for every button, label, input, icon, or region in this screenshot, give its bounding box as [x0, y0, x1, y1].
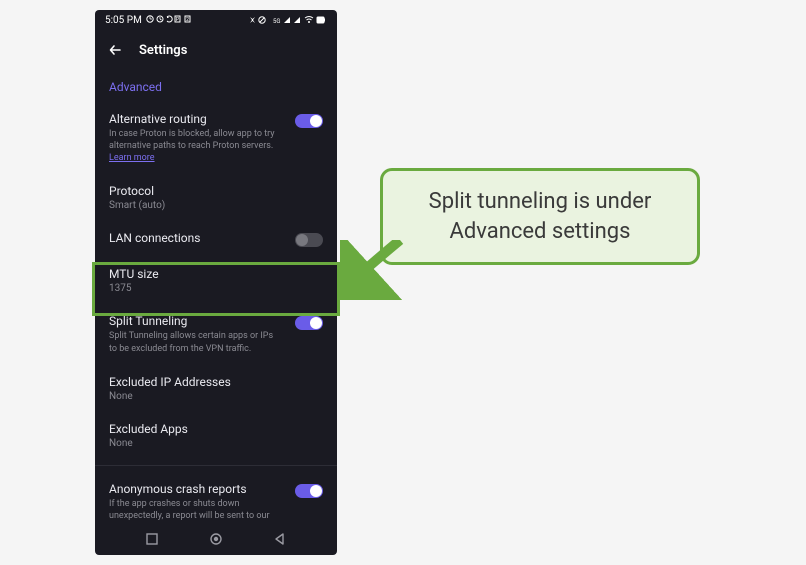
callout-arrow-icon	[340, 240, 410, 304]
status-time: 5:05 PM	[105, 15, 142, 26]
svg-text:5G: 5G	[273, 18, 280, 25]
page-title: Settings	[139, 43, 187, 58]
svg-text:2: 2	[186, 17, 189, 23]
nav-back-icon[interactable]	[273, 532, 287, 546]
setting-excluded-ips[interactable]: Excluded IP Addresses None	[95, 365, 337, 412]
divider	[95, 465, 337, 466]
setting-title: Protocol	[109, 184, 323, 198]
setting-value: None	[109, 438, 323, 449]
setting-value: None	[109, 391, 323, 402]
setting-lan-connections[interactable]: LAN connections	[95, 221, 337, 257]
setting-protocol[interactable]: Protocol Smart (auto)	[95, 174, 337, 221]
toggle-alternative-routing[interactable]	[295, 114, 323, 128]
android-nav-bar	[95, 523, 337, 555]
setting-alternative-routing[interactable]: Alternative routing In case Proton is bl…	[95, 102, 337, 174]
app-header: Settings	[95, 30, 337, 70]
toggle-crash-reports[interactable]	[295, 484, 323, 498]
setting-title: Excluded Apps	[109, 422, 323, 436]
toggle-lan-connections[interactable]	[295, 233, 323, 247]
back-arrow-icon[interactable]	[107, 41, 125, 59]
setting-value: 1375	[109, 283, 323, 294]
status-left-icons: P 2	[146, 14, 206, 27]
setting-title: Split Tunneling	[109, 314, 283, 328]
phone-frame: 5:05 PM P 2	[95, 10, 337, 555]
svg-text:P: P	[176, 17, 179, 23]
nav-recent-icon[interactable]	[145, 532, 159, 546]
setting-title: Anonymous crash reports	[109, 482, 283, 496]
learn-more-link[interactable]: Learn more	[109, 153, 155, 163]
setting-title: Alternative routing	[109, 112, 283, 126]
callout-bubble: Split tunneling is under Advanced settin…	[380, 168, 700, 265]
setting-title: Excluded IP Addresses	[109, 375, 323, 389]
settings-content: Advanced Alternative routing In case Pro…	[95, 70, 337, 523]
setting-anonymous-crash-reports[interactable]: Anonymous crash reports If the app crash…	[95, 472, 337, 523]
setting-mtu-size[interactable]: MTU size 1375	[95, 257, 337, 304]
nav-home-icon[interactable]	[209, 532, 223, 546]
setting-desc: In case Proton is blocked, allow app to …	[109, 128, 283, 164]
callout-text: Split tunneling is under Advanced settin…	[405, 187, 675, 246]
setting-split-tunneling[interactable]: Split Tunneling Split Tunneling allows c…	[95, 304, 337, 364]
setting-value: Smart (auto)	[109, 200, 323, 211]
setting-title: LAN connections	[109, 231, 283, 245]
status-bar: 5:05 PM P 2	[95, 10, 337, 30]
setting-desc: If the app crashes or shuts down unexpec…	[109, 498, 283, 523]
setting-desc: Split Tunneling allows certain apps or I…	[109, 330, 283, 354]
section-advanced-label: Advanced	[95, 76, 337, 102]
toggle-split-tunneling[interactable]	[295, 316, 323, 330]
setting-title: MTU size	[109, 267, 323, 281]
setting-excluded-apps[interactable]: Excluded Apps None	[95, 412, 337, 459]
status-right-icons: 5G	[247, 15, 327, 25]
